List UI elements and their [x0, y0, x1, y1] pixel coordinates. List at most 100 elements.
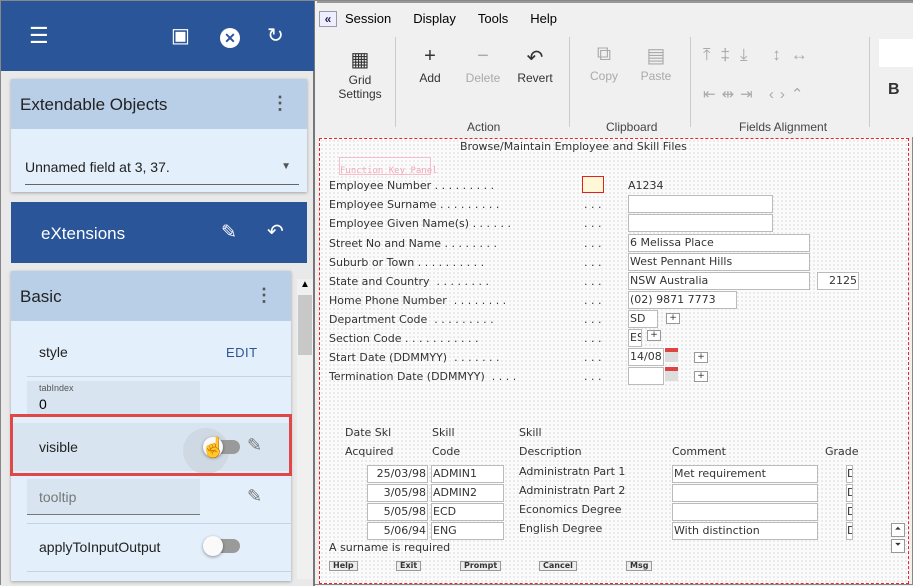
apply-label: applyToInputOutput — [39, 539, 161, 555]
close-circle-icon[interactable]: ✕ — [220, 28, 240, 48]
align-top-row-icons[interactable]: ⤒‡⤓ ↕↔ — [703, 45, 818, 65]
calendar-icon[interactable] — [665, 367, 678, 381]
copy-icon: ⧉ — [596, 43, 612, 65]
employee-number-value: A1234 — [628, 179, 664, 192]
align-bottom-row-icons[interactable]: ⇤⇹⇥ ‹›⌃ — [703, 85, 809, 103]
extensions-title: eXtensions — [41, 224, 126, 243]
pencil-icon[interactable]: ✎ — [221, 221, 237, 244]
field-dots: . . . — [584, 256, 602, 269]
skill-grade-input[interactable]: D — [846, 503, 853, 521]
skill-comment-input[interactable]: Met requirement — [672, 465, 818, 483]
selected-field[interactable] — [582, 176, 604, 193]
function-key-panel[interactable]: Function Key Panel — [339, 157, 438, 176]
paste-button[interactable]: ▤ Paste — [637, 43, 675, 83]
field-label: Suburb or Town . . . . . . . . . . — [329, 256, 485, 269]
tabindex-value: 0 — [39, 396, 47, 412]
plus-icon: + — [424, 45, 436, 67]
prompt-plus-button[interactable]: + — [666, 313, 680, 324]
field-input[interactable] — [628, 214, 773, 232]
menu-help[interactable]: Help — [530, 11, 557, 26]
menu-icon[interactable]: ☰ — [29, 23, 49, 49]
calendar-icon[interactable] — [665, 348, 678, 362]
skill-comment-input[interactable]: With distinction — [672, 522, 818, 540]
field-dots: . . . — [584, 237, 602, 250]
fkey-button-exit[interactable]: Exit — [396, 561, 422, 571]
selected-field: Unnamed field at 3, 37. — [25, 159, 170, 175]
screen-designer[interactable]: Browse/Maintain Employee and Skill Files… — [319, 138, 909, 584]
skill-grade-input[interactable]: D — [846, 484, 853, 502]
skill-header: Date Skl — [345, 426, 392, 439]
scroll-up-icon[interactable]: ▲ — [300, 279, 310, 290]
page-down-icon[interactable]: ⏷ — [891, 539, 905, 553]
card-title: Extendable Objects — [11, 79, 307, 129]
field-dots: . . . — [584, 217, 602, 230]
prompt-plus-button[interactable]: + — [647, 330, 661, 341]
skill-code-input[interactable]: ENG — [431, 522, 504, 540]
more-icon[interactable]: ⋮ — [271, 93, 289, 114]
skill-grade-input[interactable]: D — [846, 522, 853, 540]
revert-button[interactable]: ↶ Revert — [513, 45, 557, 85]
fkey-button-cancel[interactable]: Cancel — [539, 561, 577, 571]
refresh-icon[interactable]: ↻ — [267, 23, 284, 48]
grid-icon: ▦ — [350, 49, 370, 71]
skill-date-input[interactable]: 5/05/98 — [367, 503, 428, 521]
field-input[interactable]: NSW Australia — [628, 272, 810, 290]
skill-grade-input[interactable]: D — [846, 465, 853, 483]
field-input[interactable]: ES — [628, 329, 642, 347]
field-input[interactable]: (02) 9871 7773 — [628, 291, 737, 309]
menu-display[interactable]: Display — [413, 11, 456, 26]
field-dots: . . . — [584, 313, 602, 326]
field-input[interactable]: 14/08 — [628, 348, 664, 366]
delete-button[interactable]: − Delete — [461, 45, 505, 85]
scrollbar[interactable]: ▲ — [297, 279, 313, 579]
skill-code-input[interactable]: ADMIN2 — [431, 484, 504, 502]
field-input[interactable] — [628, 367, 664, 385]
skill-comment-input[interactable] — [672, 484, 818, 502]
apply-toggle[interactable] — [203, 536, 240, 556]
fkey-button-msg[interactable]: Msg — [626, 561, 653, 571]
postcode-input[interactable]: 2125 — [817, 272, 859, 290]
prompt-plus-button[interactable]: + — [694, 371, 708, 382]
skill-code-input[interactable]: ECD — [431, 503, 504, 521]
properties-panel: ☰ ▣ ✕ ↻ Extendable Objects ⋮ Unnamed fie… — [1, 1, 315, 586]
fkey-button-prompt[interactable]: Prompt — [460, 561, 502, 571]
tooltip-field[interactable]: tooltip — [27, 479, 200, 515]
skill-header: Code — [432, 445, 461, 458]
bold-button[interactable]: B — [888, 81, 900, 99]
extendable-objects-card: Extendable Objects ⋮ Unnamed field at 3,… — [11, 79, 307, 192]
field-input[interactable]: 6 Melissa Place — [628, 234, 810, 252]
paste-icon: ▤ — [646, 45, 666, 67]
skill-comment-input[interactable] — [672, 503, 818, 521]
grid-settings-button[interactable]: ▦ Grid Settings — [331, 47, 389, 101]
tabindex-field[interactable]: tabIndex 0 — [27, 381, 200, 417]
menu-tools[interactable]: Tools — [478, 11, 508, 26]
tooltip-edit-icon[interactable]: ✎ — [247, 486, 262, 507]
collapse-icon[interactable]: « — [319, 11, 337, 27]
field-label: State and Country . . . . . . . . — [329, 275, 489, 288]
field-input[interactable]: West Pennant Hills — [628, 253, 810, 271]
field-input[interactable]: SD — [628, 310, 658, 328]
undo-icon[interactable]: ↶ — [267, 219, 284, 244]
skill-date-input[interactable]: 25/03/98 — [367, 465, 428, 483]
fkpanel-label: Function Key Panel — [340, 166, 438, 176]
field-select[interactable]: Unnamed field at 3, 37. ▼ — [25, 151, 299, 185]
prompt-plus-button[interactable]: + — [694, 352, 708, 363]
style-edit-button[interactable]: EDIT — [226, 345, 258, 360]
menu-session[interactable]: Session — [345, 11, 391, 26]
group-fields-alignment: Fields Alignment — [739, 120, 828, 134]
tabindex-label: tabIndex — [39, 383, 74, 393]
scroll-thumb[interactable] — [298, 295, 312, 355]
minus-icon: − — [477, 45, 489, 67]
skill-code-input[interactable]: ADMIN1 — [431, 465, 504, 483]
field-label: Employee Number . . . . . . . . . — [329, 179, 495, 192]
save-icon[interactable]: ▣ — [171, 23, 190, 48]
skill-date-input[interactable]: 5/06/94 — [367, 522, 428, 540]
fkey-button-help[interactable]: Help — [329, 561, 358, 571]
copy-button[interactable]: ⧉ Copy — [587, 43, 621, 83]
field-input[interactable] — [628, 195, 773, 213]
more-icon[interactable]: ⋮ — [255, 285, 273, 306]
page-up-icon[interactable]: ⏶ — [891, 523, 905, 537]
skill-date-input[interactable]: 3/05/98 — [367, 484, 428, 502]
skill-header: Acquired — [345, 445, 394, 458]
add-button[interactable]: + Add — [415, 45, 445, 85]
